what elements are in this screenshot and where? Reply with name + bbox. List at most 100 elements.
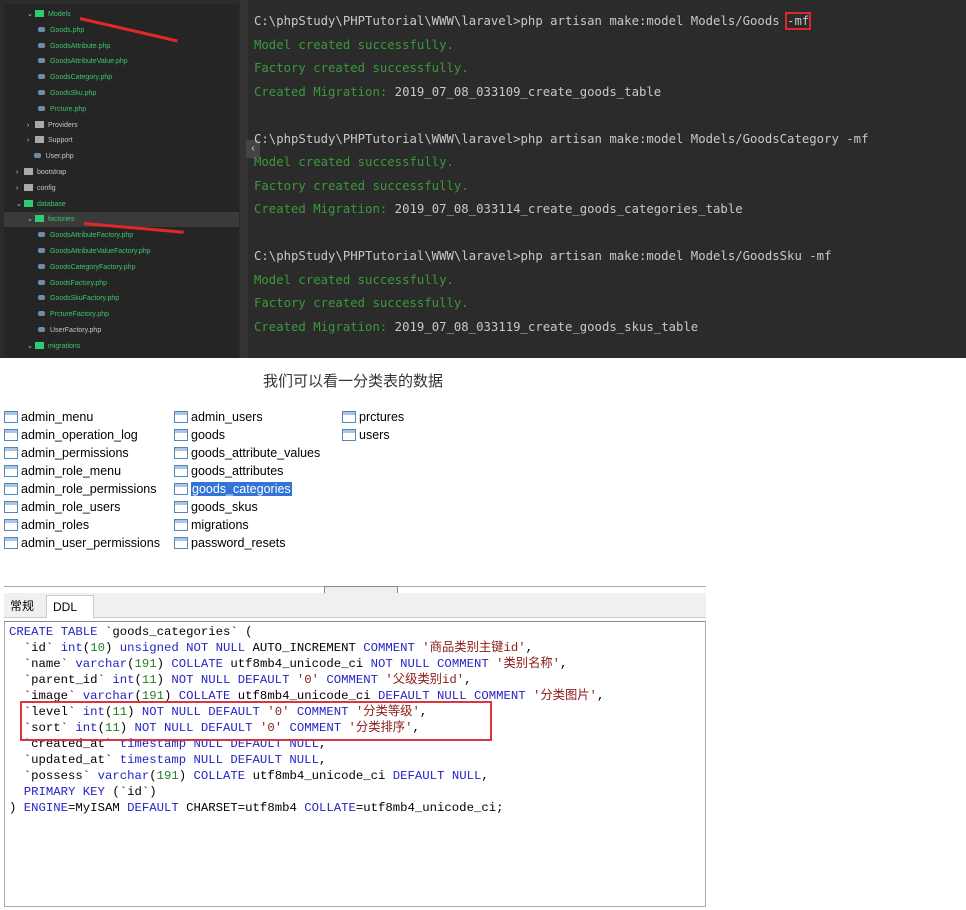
table-icon (4, 429, 18, 441)
code-line: `id` int(10) unsigned NOT NULL AUTO_INCR… (9, 640, 701, 656)
code-token: =MyISAM (68, 801, 128, 815)
terminal-text: Model created successfully. (254, 155, 454, 169)
tree-item[interactable]: PrctureFactory.php (4, 307, 239, 322)
tree-item-label: factories (48, 216, 75, 224)
code-token: int (60, 641, 83, 655)
code-token: COMMENT (326, 673, 386, 687)
tree-item[interactable]: GoodsAttributeValue.php (4, 54, 239, 69)
red-box-annotation (20, 701, 492, 741)
tree-item[interactable]: GoodsFactory.php (4, 276, 239, 291)
tree-item[interactable]: › config (4, 181, 239, 196)
terminal-flag: -mf (785, 12, 812, 30)
tree-item[interactable]: User.php (4, 149, 239, 164)
table-item[interactable]: admin_role_users (4, 498, 120, 516)
ddl-panel: 常规 DDL CREATE TABLE `goods_categories` (… (4, 586, 706, 907)
table-name: admin_roles (21, 518, 90, 532)
tab-ddl[interactable]: DDL (46, 595, 94, 618)
tree-item[interactable]: GoodsCategory.php (4, 70, 239, 85)
table-item[interactable]: goods (174, 426, 225, 444)
code-token: , (318, 753, 327, 767)
table-icon (4, 411, 18, 423)
table-item[interactable]: admin_role_menu (4, 462, 121, 480)
tree-item[interactable]: GoodsSkuFactory.php (4, 291, 239, 306)
tree-item[interactable]: ⌄ Models (4, 7, 239, 22)
tree-item-label: migrations (48, 342, 81, 350)
tree-item[interactable]: Goods.php (4, 23, 239, 38)
tree-item[interactable]: GoodsAttributeValueFactory.php (4, 244, 239, 259)
tree-item[interactable]: GoodsAttributeFactory.php (4, 228, 239, 243)
table-name: admin_role_permissions (21, 482, 157, 496)
tab-general[interactable]: 常规 (4, 595, 40, 617)
terminal-line: C:\phpStudy\PHPTutorial\WWW\laravel>php … (254, 128, 869, 152)
terminal-line: Factory created successfully. (254, 57, 869, 81)
chevron-right-icon[interactable]: › (16, 165, 24, 180)
table-item[interactable]: goods_attribute_values (174, 444, 320, 462)
code-token: PRIMARY KEY (9, 785, 113, 799)
table-item[interactable]: admin_role_permissions (4, 480, 156, 498)
php-file-icon (38, 263, 45, 269)
terminal-flag: -mf (809, 249, 832, 263)
table-item[interactable]: users (342, 426, 390, 444)
terminal-line: Created Migration: 2019_07_08_033109_cre… (254, 81, 869, 105)
tree-item-label: GoodsSkuFactory.php (50, 295, 120, 303)
code-token: '0' (296, 673, 327, 687)
code-token: utf8mb4_unicode_ci (252, 769, 393, 783)
code-token: , (464, 673, 472, 687)
tree-item-label: GoodsCategoryFactory.php (50, 263, 136, 271)
tree-item[interactable]: GoodsSku.php (4, 86, 239, 101)
tree-item[interactable]: ⌄ migrations (4, 339, 239, 354)
chevron-down-icon[interactable]: ⌄ (27, 7, 35, 22)
code-token: ) (156, 673, 172, 687)
code-token: , (525, 641, 533, 655)
table-item[interactable]: goods_categories (174, 480, 292, 498)
tree-item[interactable]: ⌄ database (4, 197, 239, 212)
chevron-right-icon[interactable]: › (27, 118, 35, 133)
code-token: NOT NULL DEFAULT (171, 673, 297, 687)
table-item[interactable]: migrations (174, 516, 249, 534)
caption-text: 我们可以看一分类表的数据 (262, 373, 443, 390)
chevron-down-icon[interactable]: ⌄ (16, 197, 24, 212)
code-token: ) (156, 657, 172, 671)
table-item[interactable]: admin_users (174, 408, 263, 426)
table-item[interactable]: goods_attributes (174, 462, 283, 480)
code-token: DEFAULT NULL (392, 769, 482, 783)
table-item[interactable]: password_resets (174, 534, 286, 552)
tree-item-label: config (37, 184, 56, 192)
chevron-down-icon[interactable]: ⌄ (27, 339, 35, 354)
chevron-down-icon[interactable]: ⌄ (27, 212, 35, 227)
code-token: `id` (9, 641, 61, 655)
chevron-right-icon[interactable]: › (16, 181, 24, 196)
table-item[interactable]: prctures (342, 408, 404, 426)
code-token: (`id`) (112, 785, 157, 799)
tree-item[interactable]: Prcture.php (4, 102, 239, 117)
tree-item[interactable]: › Providers (4, 118, 239, 133)
ddl-code[interactable]: CREATE TABLE `goods_categories` ( `id` i… (4, 621, 706, 907)
code-token: ) (9, 801, 24, 815)
chevron-right-icon[interactable]: › (27, 133, 35, 148)
tree-item-label: User.php (45, 153, 74, 161)
tree-scrollbar[interactable] (240, 0, 248, 358)
table-item[interactable]: admin_operation_log (4, 426, 138, 444)
php-file-icon (38, 311, 45, 317)
code-token: utf8mb4_unicode_ci (230, 657, 371, 671)
table-item[interactable]: admin_roles (4, 516, 89, 534)
table-item[interactable]: admin_menu (4, 408, 93, 426)
terminal-text: Model created successfully. (254, 37, 454, 52)
table-item[interactable]: goods_skus (174, 498, 258, 516)
tree-item[interactable]: › Support (4, 133, 239, 148)
table-name: migrations (191, 518, 249, 532)
tree-item[interactable]: › bootstrap (4, 165, 239, 180)
table-name: goods_attribute_values (191, 446, 321, 460)
tree-item[interactable]: GoodsCategoryFactory.php (4, 260, 239, 275)
table-item[interactable]: admin_permissions (4, 444, 129, 462)
table-name: admin_permissions (21, 446, 129, 460)
code-token: ENGINE (23, 801, 69, 815)
folder-icon (35, 341, 44, 349)
code-token: ( (149, 769, 157, 783)
table-item[interactable]: admin_user_permissions (4, 534, 160, 552)
tree-item[interactable]: GoodsAttribute.php (4, 39, 239, 54)
tree-item[interactable]: UserFactory.php (4, 323, 239, 338)
terminal-line: Factory created successfully. (254, 292, 869, 316)
php-file-icon (33, 153, 41, 159)
table-name: prctures (359, 410, 405, 424)
